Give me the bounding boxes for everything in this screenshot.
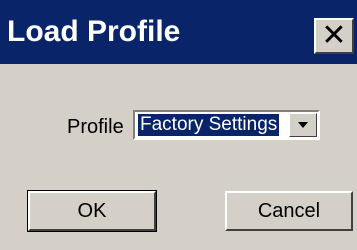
chevron-down-icon — [298, 122, 308, 128]
profile-select-value[interactable]: Factory Settings — [138, 114, 280, 136]
dropdown-button[interactable] — [289, 113, 317, 137]
ok-button-label: OK — [77, 199, 107, 222]
close-icon: ✕ — [321, 18, 347, 53]
close-button[interactable]: ✕ — [314, 18, 354, 54]
profile-label: Profile — [67, 116, 124, 138]
cancel-button[interactable]: Cancel — [225, 191, 353, 231]
load-profile-dialog: Load Profile ✕ Profile Factory Settings … — [0, 0, 357, 250]
ok-button[interactable]: OK — [27, 190, 157, 232]
profile-select[interactable]: Factory Settings — [133, 110, 320, 140]
title-bar[interactable]: Load Profile ✕ — [0, 0, 357, 64]
cancel-button-label: Cancel — [257, 199, 321, 222]
window-title: Load Profile — [7, 15, 181, 48]
